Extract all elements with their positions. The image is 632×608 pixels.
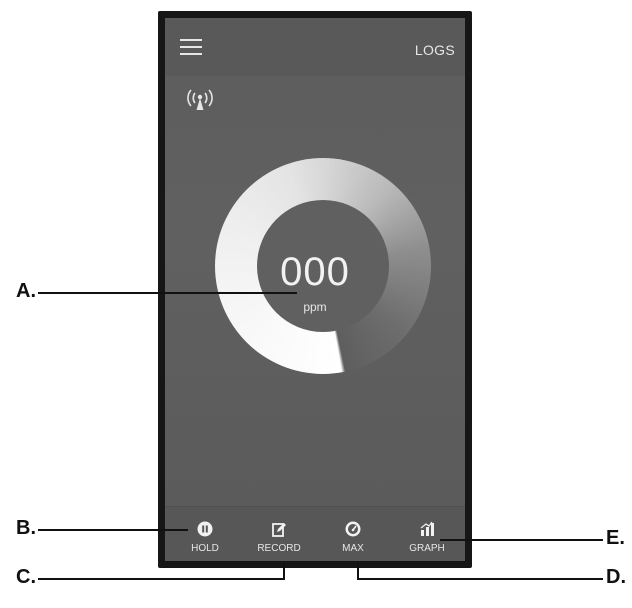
callout-leader-lines	[38, 292, 603, 580]
callout-a: A.	[16, 280, 36, 302]
leader-line-c	[38, 563, 285, 580]
leader-line-d	[357, 563, 603, 580]
callout-d: D.	[606, 566, 626, 588]
callout-c: C.	[16, 566, 36, 588]
callout-b: B.	[16, 517, 36, 539]
callout-e: E.	[606, 527, 625, 549]
